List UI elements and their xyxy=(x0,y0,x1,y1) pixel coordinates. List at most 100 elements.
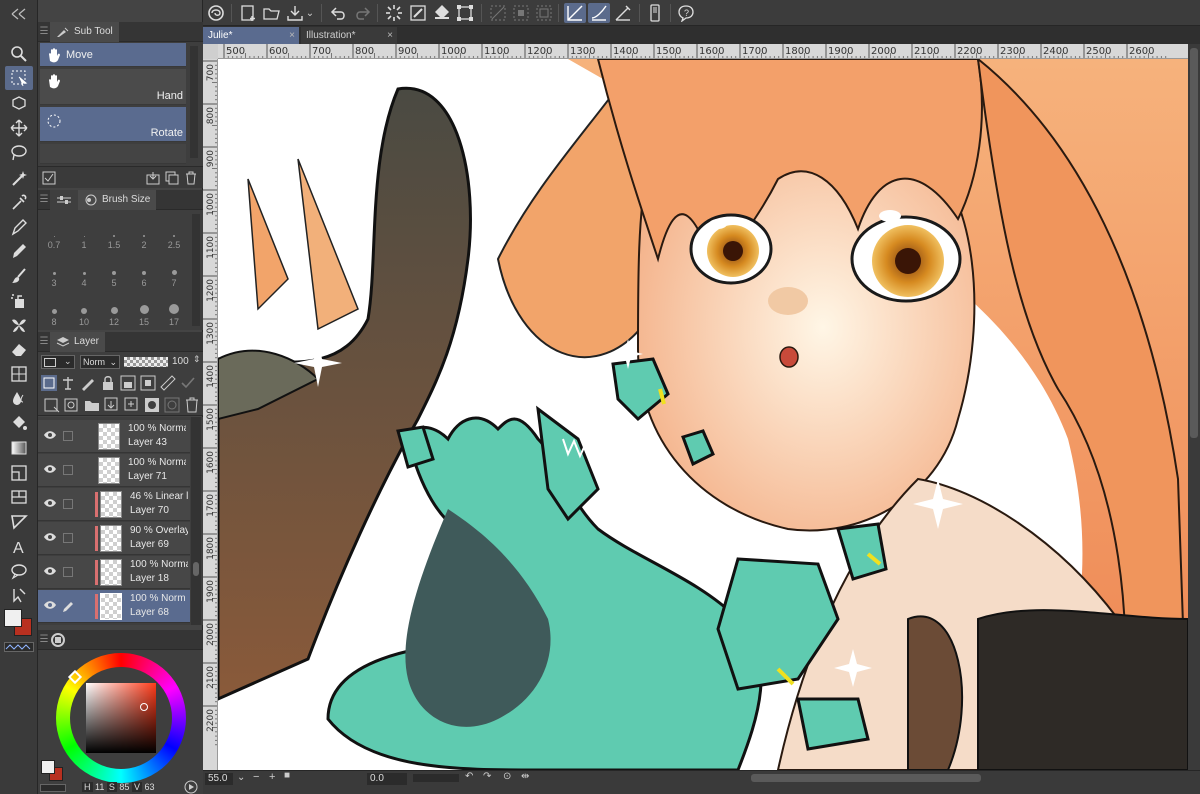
selection-frame-icon[interactable] xyxy=(533,3,555,23)
correct-line-icon[interactable] xyxy=(5,583,33,607)
save-icon[interactable] xyxy=(284,3,306,23)
eye-icon[interactable] xyxy=(43,430,57,440)
undo-icon[interactable] xyxy=(328,3,350,23)
blend-tool-icon[interactable] xyxy=(5,362,33,386)
layer-edit-checkbox[interactable] xyxy=(63,431,73,441)
new-vector-layer-icon[interactable] xyxy=(64,397,80,413)
tab-illustration[interactable]: Illustration* × xyxy=(301,27,397,44)
panel-grip-icon[interactable]: ☰ xyxy=(38,630,50,650)
brush-size-cell[interactable]: 3 xyxy=(39,258,69,288)
brush-size-scrollbar[interactable] xyxy=(192,214,200,326)
eraser-icon[interactable] xyxy=(5,337,33,361)
brush-size-cell[interactable]: 1.5 xyxy=(99,220,129,250)
magic-wand-icon[interactable] xyxy=(5,166,33,190)
subtool-move[interactable]: Move xyxy=(40,43,186,67)
transform-icon[interactable] xyxy=(454,3,476,23)
duplicate-icon[interactable] xyxy=(165,171,179,185)
layer-row[interactable]: 46 % Linear li Layer 70 xyxy=(38,488,190,521)
eye-icon[interactable] xyxy=(43,600,57,610)
brush-size-cell[interactable]: 8 xyxy=(39,297,69,327)
zoom-out-icon[interactable]: − xyxy=(253,771,259,783)
tab-brush-size[interactable]: Brush Size xyxy=(78,189,157,210)
layer-edit-checkbox[interactable] xyxy=(63,567,73,577)
canvas-horizontal-scrollbar[interactable] xyxy=(751,774,981,782)
move-tool-icon[interactable] xyxy=(5,66,33,90)
layer-edit-checkbox[interactable] xyxy=(63,465,73,475)
brush-icon[interactable] xyxy=(5,264,33,288)
brush-size-cell[interactable]: 4 xyxy=(69,258,99,288)
layer-row-selected[interactable]: 100 % Norm Layer 68 xyxy=(38,590,190,623)
open-folder-icon[interactable] xyxy=(261,3,283,23)
trash-icon[interactable] xyxy=(184,171,198,185)
apply-mask-icon[interactable] xyxy=(164,397,180,413)
layer-color-dropdown[interactable]: ⌄ xyxy=(41,355,75,369)
deselect-icon[interactable] xyxy=(487,3,509,23)
zoom-field[interactable]: 55.0 xyxy=(205,773,233,785)
layer-row[interactable]: 90 % Overlay Layer 69 xyxy=(38,522,190,555)
invert-selection-icon[interactable] xyxy=(510,3,532,23)
collapse-icon[interactable] xyxy=(5,2,33,26)
close-icon[interactable]: × xyxy=(387,30,393,41)
snap-to-grid-icon[interactable] xyxy=(612,3,634,23)
draft-layer-icon[interactable] xyxy=(80,375,96,391)
subtool-hand[interactable]: Hand xyxy=(40,69,186,105)
flip-icon[interactable]: ⇹ xyxy=(521,771,529,782)
new-raster-layer-icon[interactable] xyxy=(44,397,60,413)
help-icon[interactable]: ? xyxy=(675,3,697,23)
reference-layer-icon[interactable] xyxy=(60,375,76,391)
rotate-left-icon[interactable]: ↶ xyxy=(465,771,473,782)
ruler-show-icon[interactable] xyxy=(160,375,176,391)
layer-row[interactable]: 100 % Normal Layer 71 xyxy=(38,454,190,487)
fit-icon[interactable]: ■ xyxy=(284,770,290,781)
color-menu-icon[interactable] xyxy=(184,780,198,794)
move-layer-icon[interactable] xyxy=(5,116,33,140)
eyedropper-icon[interactable] xyxy=(5,190,33,214)
lasso-icon[interactable] xyxy=(5,141,33,165)
fill-icon[interactable] xyxy=(5,411,33,435)
brush-size-cell[interactable]: 17 xyxy=(159,297,189,327)
panel-grip-icon[interactable]: ☰ xyxy=(38,190,50,210)
clear-icon[interactable] xyxy=(407,3,429,23)
brush-size-cell[interactable]: 10 xyxy=(69,297,99,327)
tab-julie[interactable]: Julie* × xyxy=(203,27,299,44)
text-tool-icon[interactable]: A xyxy=(5,535,33,559)
brush-size-cell[interactable]: 2.5 xyxy=(159,220,189,250)
mask-circle-icon[interactable] xyxy=(144,397,160,413)
eye-icon[interactable] xyxy=(43,532,57,542)
figure-icon[interactable] xyxy=(5,461,33,485)
new-file-icon[interactable] xyxy=(238,3,260,23)
eye-icon[interactable] xyxy=(43,464,57,474)
rotate-right-icon[interactable]: ↷ xyxy=(483,771,491,782)
save-dropdown-chevron-icon[interactable]: ⌄ xyxy=(304,3,316,23)
canvas[interactable] xyxy=(218,59,1188,770)
object-tool-icon[interactable] xyxy=(5,91,33,115)
panel-grip-icon[interactable]: ☰ xyxy=(38,332,50,352)
ruler-tool-icon[interactable] xyxy=(5,510,33,534)
close-icon[interactable]: × xyxy=(289,30,295,41)
delete-layer-icon[interactable] xyxy=(184,397,200,413)
brush-size-cell[interactable]: 12 xyxy=(99,297,129,327)
brush-size-cell[interactable]: 7 xyxy=(159,258,189,288)
subtool-more[interactable] xyxy=(40,144,186,164)
lock-transparent-icon[interactable] xyxy=(120,375,136,391)
gradient-icon[interactable] xyxy=(5,436,33,460)
drop-icon[interactable] xyxy=(5,386,33,410)
eye-icon[interactable] xyxy=(43,498,57,508)
brush-size-cell[interactable]: 1 xyxy=(69,220,99,250)
rotation-slider[interactable] xyxy=(413,774,459,782)
pencil-icon[interactable] xyxy=(5,239,33,263)
brush-size-cell[interactable]: 6 xyxy=(129,258,159,288)
opacity-slider[interactable] xyxy=(124,357,168,367)
zoom-stepper-icon[interactable]: ⌄ xyxy=(237,772,245,783)
check-icon[interactable] xyxy=(180,375,196,391)
color-wheel-tab-icon[interactable] xyxy=(50,632,66,648)
fill-bucket-icon[interactable] xyxy=(431,3,453,23)
canvas-vertical-scrollbar[interactable] xyxy=(1188,44,1200,770)
eye-icon[interactable] xyxy=(43,566,57,576)
layer-mask-icon[interactable] xyxy=(140,375,156,391)
export-icon[interactable] xyxy=(146,171,160,185)
layer-row[interactable]: 100 % Norma Layer 18 xyxy=(38,556,190,589)
pen-icon[interactable] xyxy=(5,215,33,239)
clip-lower-layer-icon[interactable] xyxy=(41,375,57,391)
opacity-stepper-icon[interactable]: ⇕ xyxy=(193,354,201,365)
